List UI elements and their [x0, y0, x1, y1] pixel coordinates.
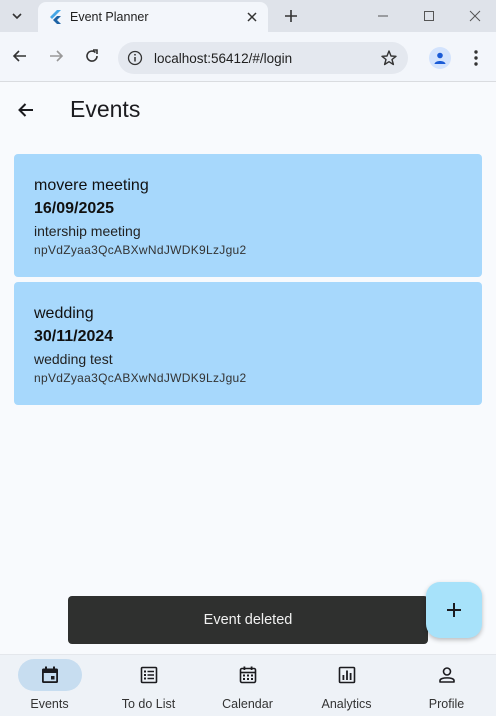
bottom-navigation: Events To do List Calendar Analytics Pro…: [0, 654, 496, 716]
arrow-right-icon: [50, 50, 64, 62]
tab-title: Event Planner: [70, 10, 149, 24]
profile-button[interactable]: [429, 47, 451, 69]
site-info-button[interactable]: [120, 43, 150, 73]
browser-tab-bar: Event Planner: [0, 0, 496, 32]
event-date: 30/11/2024: [34, 328, 114, 345]
event-description: wedding test: [34, 351, 113, 367]
nav-icon-wrap: [415, 659, 479, 691]
calendar-icon: [239, 666, 256, 684]
nav-label: To do List: [121, 697, 176, 711]
nav-icon-wrap: [117, 659, 181, 691]
close-icon: [469, 10, 481, 22]
arrow-left-icon: [18, 103, 33, 117]
reload-icon: [86, 49, 98, 62]
browser-tab[interactable]: Event Planner: [38, 2, 268, 32]
window-close-button[interactable]: [460, 4, 490, 28]
close-icon: [247, 12, 257, 22]
address-bar[interactable]: localhost:56412/#/login: [118, 42, 408, 74]
nav-icon-wrap: [315, 659, 379, 691]
person-icon: [438, 667, 455, 683]
event-date: 16/09/2025: [34, 200, 115, 217]
tab-close-button[interactable]: [242, 7, 262, 27]
new-tab-button[interactable]: [280, 5, 302, 27]
nav-item-profile[interactable]: Profile: [397, 655, 496, 717]
event-description: intership meeting: [34, 223, 141, 239]
nav-icon-wrap: [216, 659, 280, 691]
nav-label: Profile: [428, 697, 465, 711]
star-icon: [381, 50, 397, 66]
event-user-id: npVdZyaa3QcABXwNdJWDK9LzJgu2: [34, 371, 247, 385]
page-title: Events: [70, 96, 141, 122]
event-card[interactable]: wedding 30/11/2024 wedding test npVdZyaa…: [14, 282, 482, 405]
arrow-left-icon: [12, 50, 26, 62]
analytics-icon: [338, 666, 355, 684]
calendar-event-icon: [41, 666, 58, 683]
snackbar-message: Event deleted: [203, 612, 293, 628]
event-title: movere meeting: [34, 177, 149, 194]
info-icon: [127, 50, 143, 66]
nav-item-todo[interactable]: To do List: [99, 655, 198, 717]
person-icon: [434, 52, 446, 64]
flutter-logo-icon: [50, 10, 61, 24]
nav-label: Events: [30, 697, 69, 711]
app-viewport: Events movere meeting 16/09/2025 intersh…: [0, 82, 496, 716]
browser-toolbar: localhost:56412/#/login: [0, 32, 496, 82]
back-button[interactable]: [12, 96, 40, 124]
maximize-icon: [424, 11, 434, 21]
forward-nav-button[interactable]: [44, 44, 68, 68]
more-vert-icon: [474, 50, 478, 66]
nav-item-events[interactable]: Events: [0, 655, 99, 717]
reload-button[interactable]: [80, 44, 104, 68]
tab-search-button[interactable]: [4, 4, 30, 28]
nav-item-analytics[interactable]: Analytics: [297, 655, 396, 717]
app-bar: Events: [0, 82, 496, 138]
add-event-button[interactable]: [426, 582, 482, 638]
snackbar: Event deleted: [68, 596, 428, 644]
nav-label: Calendar: [222, 697, 273, 711]
bookmark-button[interactable]: [374, 43, 404, 73]
minimize-button[interactable]: [368, 4, 398, 28]
nav-label: Analytics: [321, 697, 372, 711]
event-title: wedding: [34, 305, 94, 322]
back-nav-button[interactable]: [8, 44, 32, 68]
minimize-icon: [378, 15, 388, 17]
plus-icon: [447, 603, 461, 617]
event-card[interactable]: movere meeting 16/09/2025 intership meet…: [14, 154, 482, 277]
list-icon: [140, 666, 157, 684]
maximize-button[interactable]: [414, 4, 444, 28]
nav-item-calendar[interactable]: Calendar: [198, 655, 297, 717]
plus-icon: [285, 10, 297, 22]
url-text: localhost:56412/#/login: [154, 50, 293, 66]
browser-menu-button[interactable]: [466, 47, 486, 69]
event-user-id: npVdZyaa3QcABXwNdJWDK9LzJgu2: [34, 243, 247, 257]
nav-indicator: [17, 659, 82, 691]
chevron-down-icon: [12, 13, 22, 20]
